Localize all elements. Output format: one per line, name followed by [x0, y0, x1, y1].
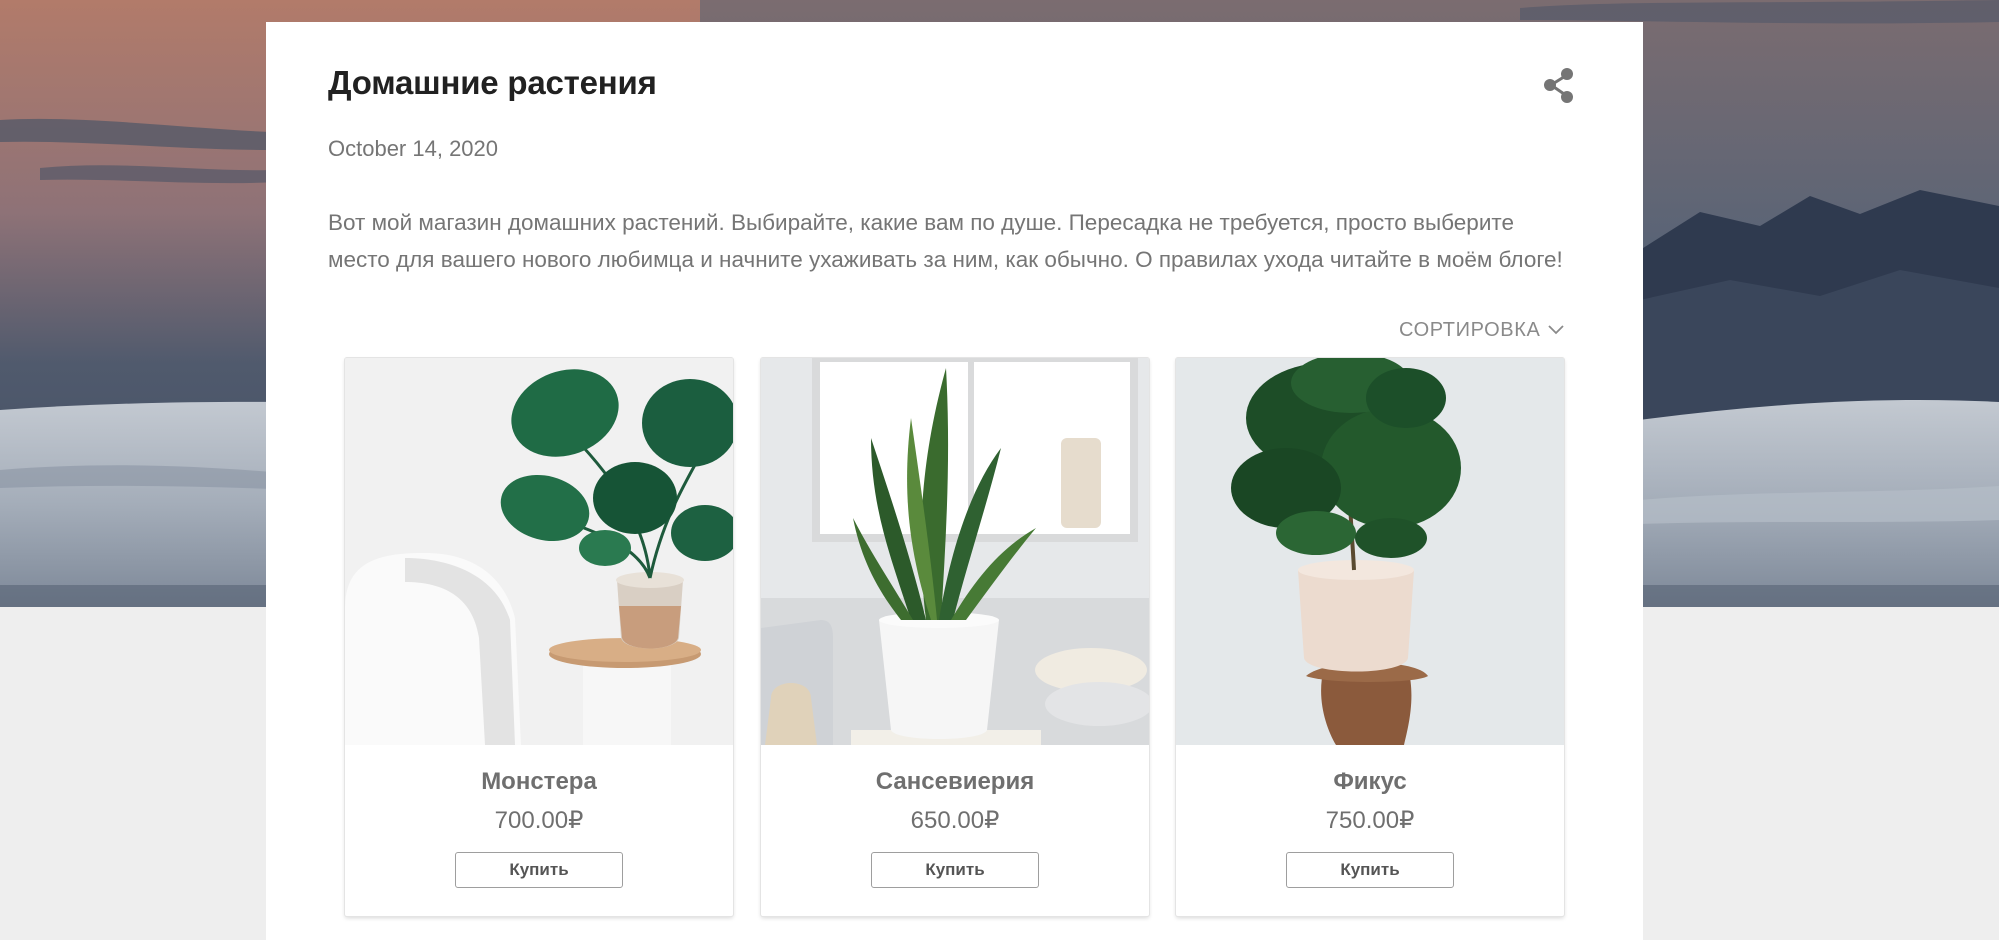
product-image-monstera[interactable] — [345, 358, 733, 745]
product-price: 650.00₽ — [910, 807, 1000, 834]
post-date: October 14, 2020 — [328, 136, 499, 161]
product-name: Сансевиерия — [875, 768, 1035, 795]
product-name: Монстера — [481, 768, 597, 795]
product-image-ficus[interactable] — [1176, 358, 1564, 745]
product-price: 700.00₽ — [494, 807, 584, 834]
buy-button[interactable]: Купить — [455, 852, 623, 888]
share-icon — [1544, 68, 1573, 103]
post-body-text: Вот мой магазин домашних растений. Выбир… — [328, 210, 1563, 272]
product-price: 750.00₽ — [1325, 807, 1415, 834]
share-button[interactable] — [1542, 66, 1578, 106]
sort-label: СОРТИРОВКА — [1399, 318, 1541, 341]
buy-button[interactable]: Купить — [1286, 852, 1454, 888]
post-card: Домашние растения October 14, 2020 Вот м… — [266, 22, 1643, 940]
product-card-monstera[interactable]: Монстера 700.00₽ Купить — [345, 358, 733, 916]
product-card-sansevieria[interactable]: Сансевиерия 650.00₽ Купить — [761, 358, 1149, 916]
post-title: Домашние растения — [328, 64, 657, 101]
buy-button[interactable]: Купить — [871, 852, 1039, 888]
product-image-sansevieria[interactable] — [761, 358, 1149, 745]
sort-dropdown[interactable]: СОРТИРОВКА — [1399, 315, 1565, 345]
product-card-ficus[interactable]: Фикус 750.00₽ Купить — [1176, 358, 1564, 916]
chevron-down-icon — [1548, 325, 1565, 335]
product-name: Фикус — [1333, 768, 1407, 795]
